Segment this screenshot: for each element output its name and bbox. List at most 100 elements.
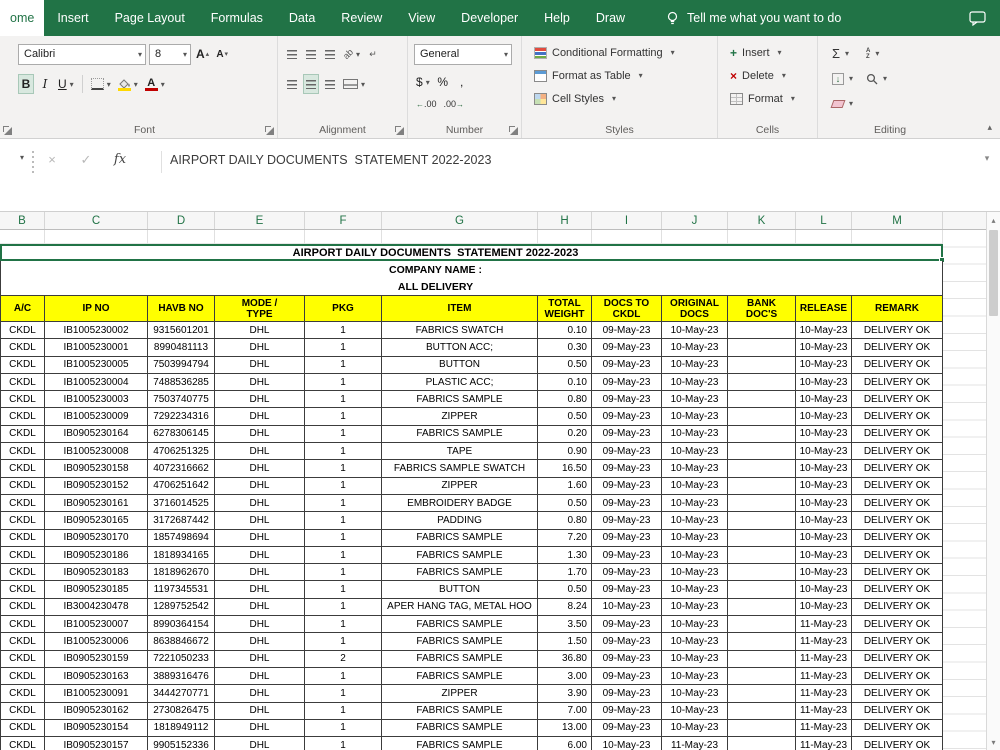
align-center-button[interactable]: [303, 74, 319, 94]
cell[interactable]: 09-May-23: [592, 667, 662, 686]
number-dialog-launcher[interactable]: [508, 125, 519, 136]
cell[interactable]: IB0905230164: [45, 425, 148, 444]
cell[interactable]: IB0905230170: [45, 529, 148, 547]
find-select-button[interactable]: ▾: [866, 73, 900, 85]
cell[interactable]: 09-May-23: [592, 719, 662, 738]
cell[interactable]: 09-May-23: [592, 494, 662, 513]
cell[interactable]: IB0905230183: [45, 564, 148, 582]
cell[interactable]: DHL: [215, 356, 305, 374]
cell[interactable]: [728, 494, 796, 513]
cell[interactable]: [728, 529, 796, 547]
cell[interactable]: 1: [305, 616, 382, 634]
align-top-button[interactable]: [284, 44, 300, 64]
conditional-formatting-button[interactable]: Conditional Formatting ▾: [534, 41, 711, 64]
cell[interactable]: FABRICS SAMPLE: [382, 633, 538, 651]
cell[interactable]: 10-May-23: [662, 356, 728, 374]
align-left-button[interactable]: [284, 74, 300, 94]
cell[interactable]: 11-May-23: [796, 633, 852, 651]
column-header-h[interactable]: H: [538, 212, 592, 229]
tab-draw[interactable]: Draw: [583, 0, 638, 36]
cell[interactable]: IB0905230159: [45, 650, 148, 668]
cell[interactable]: CKDL: [0, 460, 45, 478]
formula-input[interactable]: AIRPORT DAILY DOCUMENTS STATEMENT 2022-2…: [170, 153, 974, 167]
cell[interactable]: 8990364154: [148, 616, 215, 634]
cell[interactable]: 09-May-23: [592, 356, 662, 374]
cell[interactable]: 6.00: [538, 737, 592, 750]
column-header-c[interactable]: C: [45, 212, 148, 229]
cell[interactable]: 1: [305, 425, 382, 444]
cell[interactable]: DHL: [215, 667, 305, 686]
cell[interactable]: [728, 685, 796, 703]
insert-function-button[interactable]: fx: [103, 152, 137, 167]
cell[interactable]: IB0905230185: [45, 581, 148, 599]
cell[interactable]: IB3004230478: [45, 598, 148, 617]
cell[interactable]: IB1005230091: [45, 685, 148, 703]
cell[interactable]: 7.20: [538, 529, 592, 547]
cell[interactable]: 1: [305, 598, 382, 617]
cell[interactable]: 4706251325: [148, 443, 215, 461]
cell[interactable]: 09-May-23: [592, 633, 662, 651]
table-header-cell[interactable]: MODE / TYPE: [215, 295, 305, 322]
cell[interactable]: 10-May-23: [662, 650, 728, 668]
cell[interactable]: 8990481113: [148, 339, 215, 357]
cell[interactable]: 10-May-23: [592, 737, 662, 750]
cell[interactable]: 3889316476: [148, 667, 215, 686]
cell[interactable]: 09-May-23: [592, 685, 662, 703]
cell[interactable]: 0.80: [538, 512, 592, 530]
cell[interactable]: 10-May-23: [662, 719, 728, 738]
clear-button[interactable]: ▾: [830, 99, 866, 108]
cell[interactable]: 09-May-23: [592, 339, 662, 357]
cell[interactable]: DHL: [215, 425, 305, 444]
cell[interactable]: DHL: [215, 373, 305, 392]
cell[interactable]: 1: [305, 322, 382, 340]
cell[interactable]: 10-May-23: [662, 685, 728, 703]
cell[interactable]: 1: [305, 460, 382, 478]
cell[interactable]: 10-May-23: [796, 443, 852, 461]
cell[interactable]: 10-May-23: [662, 598, 728, 617]
table-header-cell[interactable]: A/C: [0, 295, 45, 322]
table-header-cell[interactable]: ITEM: [382, 295, 538, 322]
cell[interactable]: IB1005230002: [45, 322, 148, 340]
cell[interactable]: FABRICS SAMPLE: [382, 391, 538, 409]
cell[interactable]: BUTTON: [382, 581, 538, 599]
column-header-d[interactable]: D: [148, 212, 215, 229]
cell[interactable]: [728, 546, 796, 565]
cell[interactable]: IB0905230154: [45, 719, 148, 738]
empty-cell[interactable]: [148, 230, 215, 244]
cell[interactable]: 10-May-23: [592, 598, 662, 617]
font-color-button[interactable]: A ▾: [143, 74, 167, 94]
orientation-button[interactable]: ab ▾: [341, 44, 362, 64]
cell[interactable]: DELIVERY OK: [852, 460, 943, 478]
align-middle-button[interactable]: [303, 44, 319, 64]
cell[interactable]: 10-May-23: [796, 564, 852, 582]
cell[interactable]: [728, 373, 796, 392]
cell[interactable]: DHL: [215, 598, 305, 617]
cell[interactable]: [728, 408, 796, 426]
cell[interactable]: [728, 564, 796, 582]
cell-styles-button[interactable]: Cell Styles ▾: [534, 87, 711, 110]
cell[interactable]: [728, 702, 796, 720]
cell[interactable]: 9905152336: [148, 737, 215, 750]
empty-cell[interactable]: [305, 230, 382, 244]
cell[interactable]: DHL: [215, 408, 305, 426]
merge-center-button[interactable]: ▾: [341, 74, 367, 94]
delivery-row[interactable]: ALL DELIVERY: [0, 278, 943, 295]
enter-button[interactable]: ✓: [69, 152, 103, 168]
cell[interactable]: 11-May-23: [796, 616, 852, 634]
cell[interactable]: 1289752542: [148, 598, 215, 617]
cell[interactable]: [728, 443, 796, 461]
collapse-ribbon-button[interactable]: ▴: [987, 122, 992, 133]
empty-cell[interactable]: [796, 230, 852, 244]
cell[interactable]: 2730826475: [148, 702, 215, 720]
cell[interactable]: 11-May-23: [662, 737, 728, 750]
cell[interactable]: 1: [305, 546, 382, 565]
tab-ome[interactable]: ome: [0, 0, 45, 36]
cell[interactable]: 10-May-23: [662, 322, 728, 340]
cell[interactable]: DHL: [215, 322, 305, 340]
cell[interactable]: CKDL: [0, 616, 45, 634]
cell[interactable]: 10-May-23: [796, 477, 852, 495]
cell[interactable]: 1: [305, 356, 382, 374]
cell[interactable]: ZIPPER: [382, 408, 538, 426]
cell[interactable]: 10-May-23: [796, 425, 852, 444]
cell[interactable]: CKDL: [0, 564, 45, 582]
